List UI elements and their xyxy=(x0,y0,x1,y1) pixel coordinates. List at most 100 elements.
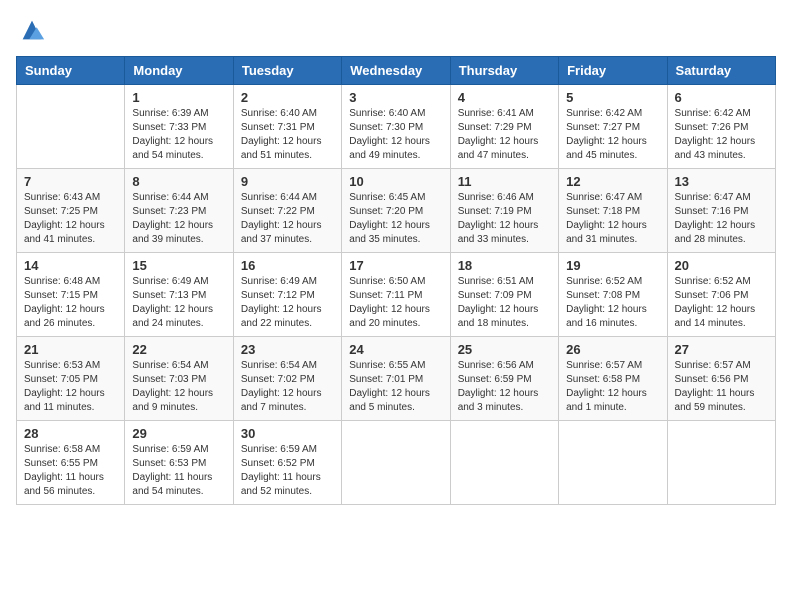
calendar-cell xyxy=(667,421,775,505)
calendar-cell: 4Sunrise: 6:41 AMSunset: 7:29 PMDaylight… xyxy=(450,85,558,169)
cell-content: Sunrise: 6:40 AMSunset: 7:31 PMDaylight:… xyxy=(241,107,334,163)
cell-content: Sunrise: 6:54 AMSunset: 7:03 PMDaylight:… xyxy=(132,359,225,415)
day-number: 11 xyxy=(458,174,551,189)
calendar-week-2: 7 Sunrise: 6:43 AMSunset: 7:25 PMDaylight… xyxy=(17,169,776,253)
day-number: 16 xyxy=(241,258,334,273)
day-number: 28 xyxy=(24,426,117,441)
calendar-cell: 28 Sunrise: 6:58 AMSunset: 6:55 PMDayligh… xyxy=(17,421,125,505)
weekday-header-saturday: Saturday xyxy=(667,57,775,85)
cell-content: Sunrise: 6:59 AMSunset: 6:53 PMDaylight:… xyxy=(132,443,225,499)
cell-content: Sunrise: 6:47 AMSunset: 7:16 PMDaylight:… xyxy=(675,191,768,247)
calendar-cell: 23 Sunrise: 6:54 AMSunset: 7:02 PMDayligh… xyxy=(233,337,341,421)
calendar-cell: 5Sunrise: 6:42 AMSunset: 7:27 PMDaylight… xyxy=(559,85,667,169)
calendar-cell: 6 Sunrise: 6:42 AMSunset: 7:26 PMDaylight… xyxy=(667,85,775,169)
calendar-cell xyxy=(559,421,667,505)
day-number: 9 xyxy=(241,174,334,189)
calendar-cell: 27 Sunrise: 6:57 AMSunset: 6:56 PMDayligh… xyxy=(667,337,775,421)
cell-content: Sunrise: 6:43 AMSunset: 7:25 PMDaylight:… xyxy=(24,191,117,247)
day-number: 30 xyxy=(241,426,334,441)
day-number: 27 xyxy=(675,342,768,357)
calendar-cell: 22 Sunrise: 6:54 AMSunset: 7:03 PMDayligh… xyxy=(125,337,233,421)
calendar-cell: 11Sunrise: 6:46 AMSunset: 7:19 PMDayligh… xyxy=(450,169,558,253)
logo-icon xyxy=(18,16,46,44)
calendar-cell: 24 Sunrise: 6:55 AMSunset: 7:01 PMDayligh… xyxy=(342,337,450,421)
calendar-cell: 30 Sunrise: 6:59 AMSunset: 6:52 PMDayligh… xyxy=(233,421,341,505)
calendar-cell: 7 Sunrise: 6:43 AMSunset: 7:25 PMDaylight… xyxy=(17,169,125,253)
weekday-header-row: SundayMondayTuesdayWednesdayThursdayFrid… xyxy=(17,57,776,85)
calendar-cell: 10Sunrise: 6:45 AMSunset: 7:20 PMDayligh… xyxy=(342,169,450,253)
cell-content: Sunrise: 6:51 AMSunset: 7:09 PMDaylight:… xyxy=(458,275,551,331)
day-number: 29 xyxy=(132,426,225,441)
cell-content: Sunrise: 6:52 AMSunset: 7:08 PMDaylight:… xyxy=(566,275,659,331)
cell-content: Sunrise: 6:58 AMSunset: 6:55 PMDaylight:… xyxy=(24,443,117,499)
day-number: 19 xyxy=(566,258,659,273)
calendar-cell: 25Sunrise: 6:56 AMSunset: 6:59 PMDayligh… xyxy=(450,337,558,421)
day-number: 20 xyxy=(675,258,768,273)
calendar-cell: 14 Sunrise: 6:48 AMSunset: 7:15 PMDayligh… xyxy=(17,253,125,337)
cell-content: Sunrise: 6:49 AMSunset: 7:13 PMDaylight:… xyxy=(132,275,225,331)
day-number: 26 xyxy=(566,342,659,357)
weekday-header-wednesday: Wednesday xyxy=(342,57,450,85)
day-number: 6 xyxy=(675,90,768,105)
cell-content: Sunrise: 6:52 AMSunset: 7:06 PMDaylight:… xyxy=(675,275,768,331)
calendar-cell: 20 Sunrise: 6:52 AMSunset: 7:06 PMDayligh… xyxy=(667,253,775,337)
cell-content: Sunrise: 6:47 AMSunset: 7:18 PMDaylight:… xyxy=(566,191,659,247)
day-number: 25 xyxy=(458,342,551,357)
calendar-cell: 3 Sunrise: 6:40 AMSunset: 7:30 PMDaylight… xyxy=(342,85,450,169)
day-number: 3 xyxy=(349,90,442,105)
calendar-cell: 21 Sunrise: 6:53 AMSunset: 7:05 PMDayligh… xyxy=(17,337,125,421)
day-number: 7 xyxy=(24,174,117,189)
day-number: 1 xyxy=(132,90,225,105)
weekday-header-tuesday: Tuesday xyxy=(233,57,341,85)
day-number: 14 xyxy=(24,258,117,273)
cell-content: Sunrise: 6:59 AMSunset: 6:52 PMDaylight:… xyxy=(241,443,334,499)
cell-content: Sunrise: 6:39 AMSunset: 7:33 PMDaylight:… xyxy=(132,107,225,163)
cell-content: Sunrise: 6:42 AMSunset: 7:27 PMDaylight:… xyxy=(566,107,659,163)
page-header xyxy=(16,16,776,44)
calendar-cell: 17Sunrise: 6:50 AMSunset: 7:11 PMDayligh… xyxy=(342,253,450,337)
day-number: 23 xyxy=(241,342,334,357)
calendar-week-4: 21 Sunrise: 6:53 AMSunset: 7:05 PMDayligh… xyxy=(17,337,776,421)
calendar-cell: 2 Sunrise: 6:40 AMSunset: 7:31 PMDaylight… xyxy=(233,85,341,169)
calendar-table: SundayMondayTuesdayWednesdayThursdayFrid… xyxy=(16,56,776,505)
logo xyxy=(16,16,46,44)
calendar-cell: 1 Sunrise: 6:39 AMSunset: 7:33 PMDaylight… xyxy=(125,85,233,169)
cell-content: Sunrise: 6:42 AMSunset: 7:26 PMDaylight:… xyxy=(675,107,768,163)
calendar-cell xyxy=(17,85,125,169)
cell-content: Sunrise: 6:44 AMSunset: 7:23 PMDaylight:… xyxy=(132,191,225,247)
weekday-header-thursday: Thursday xyxy=(450,57,558,85)
cell-content: Sunrise: 6:48 AMSunset: 7:15 PMDaylight:… xyxy=(24,275,117,331)
calendar-cell: 26Sunrise: 6:57 AMSunset: 6:58 PMDayligh… xyxy=(559,337,667,421)
calendar-cell: 18Sunrise: 6:51 AMSunset: 7:09 PMDayligh… xyxy=(450,253,558,337)
calendar-cell xyxy=(342,421,450,505)
day-number: 2 xyxy=(241,90,334,105)
calendar-cell: 16 Sunrise: 6:49 AMSunset: 7:12 PMDayligh… xyxy=(233,253,341,337)
day-number: 21 xyxy=(24,342,117,357)
calendar-cell: 15 Sunrise: 6:49 AMSunset: 7:13 PMDayligh… xyxy=(125,253,233,337)
cell-content: Sunrise: 6:57 AMSunset: 6:56 PMDaylight:… xyxy=(675,359,768,415)
calendar-cell xyxy=(450,421,558,505)
calendar-cell: 8 Sunrise: 6:44 AMSunset: 7:23 PMDaylight… xyxy=(125,169,233,253)
weekday-header-friday: Friday xyxy=(559,57,667,85)
day-number: 24 xyxy=(349,342,442,357)
cell-content: Sunrise: 6:53 AMSunset: 7:05 PMDaylight:… xyxy=(24,359,117,415)
calendar-cell: 19 Sunrise: 6:52 AMSunset: 7:08 PMDayligh… xyxy=(559,253,667,337)
cell-content: Sunrise: 6:40 AMSunset: 7:30 PMDaylight:… xyxy=(349,107,442,163)
calendar-cell: 29 Sunrise: 6:59 AMSunset: 6:53 PMDayligh… xyxy=(125,421,233,505)
calendar-cell: 12 Sunrise: 6:47 AMSunset: 7:18 PMDayligh… xyxy=(559,169,667,253)
calendar-cell: 13 Sunrise: 6:47 AMSunset: 7:16 PMDayligh… xyxy=(667,169,775,253)
day-number: 8 xyxy=(132,174,225,189)
day-number: 13 xyxy=(675,174,768,189)
weekday-header-sunday: Sunday xyxy=(17,57,125,85)
calendar-week-5: 28 Sunrise: 6:58 AMSunset: 6:55 PMDayligh… xyxy=(17,421,776,505)
day-number: 15 xyxy=(132,258,225,273)
day-number: 4 xyxy=(458,90,551,105)
cell-content: Sunrise: 6:54 AMSunset: 7:02 PMDaylight:… xyxy=(241,359,334,415)
calendar-cell: 9Sunrise: 6:44 AMSunset: 7:22 PMDaylight… xyxy=(233,169,341,253)
cell-content: Sunrise: 6:45 AMSunset: 7:20 PMDaylight:… xyxy=(349,191,442,247)
calendar-week-3: 14 Sunrise: 6:48 AMSunset: 7:15 PMDayligh… xyxy=(17,253,776,337)
cell-content: Sunrise: 6:55 AMSunset: 7:01 PMDaylight:… xyxy=(349,359,442,415)
day-number: 12 xyxy=(566,174,659,189)
cell-content: Sunrise: 6:49 AMSunset: 7:12 PMDaylight:… xyxy=(241,275,334,331)
day-number: 22 xyxy=(132,342,225,357)
